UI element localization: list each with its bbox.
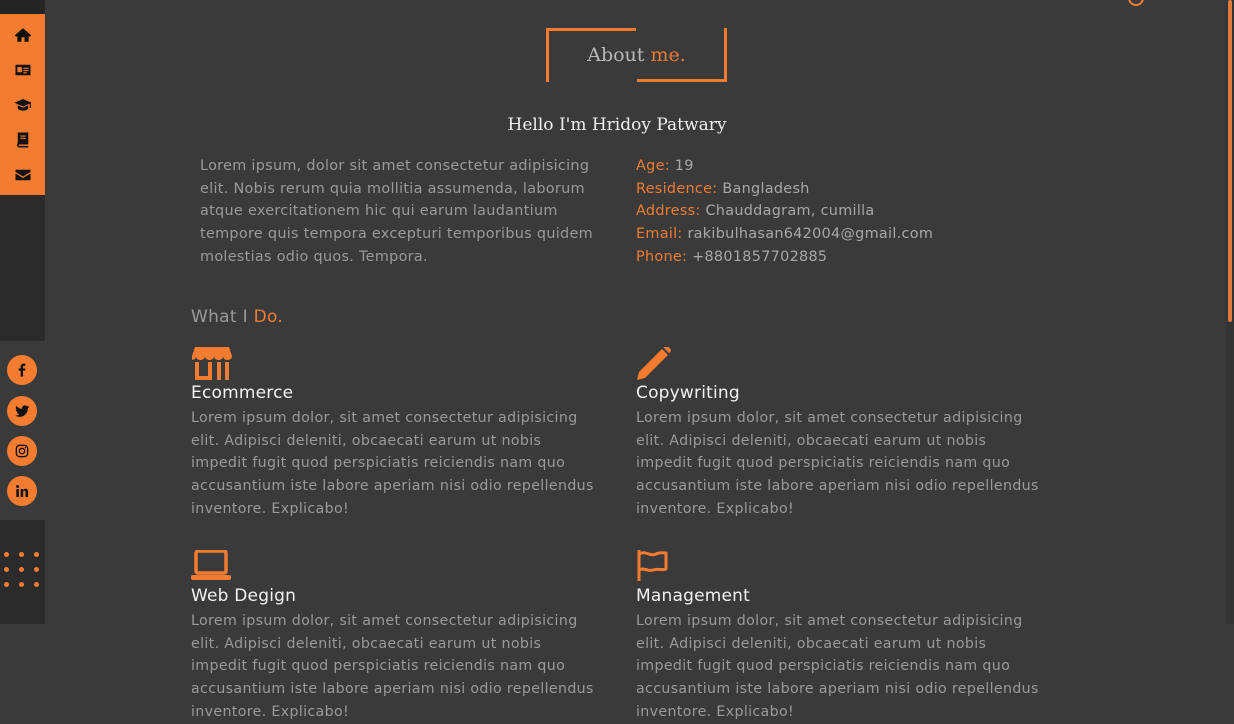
info-row-address: Address: Chauddagram, cumilla: [636, 200, 1036, 223]
section-title-text: About me.: [546, 28, 727, 82]
service-icon: [636, 550, 678, 584]
service-description: Lorem ipsum dolor, sit amet consectetur …: [191, 613, 594, 720]
social-twitter[interactable]: [7, 396, 37, 426]
flag-icon: [637, 550, 668, 581]
facebook-icon: [18, 363, 26, 377]
sidebar-top-strip: [0, 0, 45, 14]
info-row-email: Email: rakibulhasan642004@gmail.com: [636, 223, 1036, 246]
social-linkedin[interactable]: [7, 476, 37, 506]
id-card-icon: [15, 64, 30, 76]
laptop-icon: [191, 549, 231, 580]
info-label: Age:: [636, 158, 670, 174]
store-icon: [192, 347, 232, 380]
greeting-heading: Hello I'm Hridoy Patwary: [507, 115, 727, 135]
sidebar-nav: [0, 14, 45, 195]
services-heading-accent: Do.: [253, 307, 284, 327]
decorative-dots: [4, 552, 44, 592]
scroll-top-circle-icon[interactable]: [1128, 0, 1144, 6]
personal-info: Age: 19 Residence: Bangladesh Address: C…: [636, 155, 1036, 269]
service-description: Lorem ipsum dolor, sit amet consectetur …: [636, 613, 1039, 720]
nav-item-contact[interactable]: [0, 158, 45, 192]
pencil-icon: [637, 346, 671, 380]
service-ecommerce: Ecommerce Lorem ipsum dolor, sit amet co…: [191, 347, 611, 527]
title-accent: me.: [650, 44, 686, 66]
service-title: Web Degign: [191, 586, 297, 606]
services-heading: What I Do.: [191, 307, 283, 327]
service-copywriting: Copywriting Lorem ipsum dolor, sit amet …: [636, 346, 1056, 527]
info-value: +8801857702885: [692, 248, 828, 265]
info-label: Phone:: [636, 248, 688, 265]
home-icon: [14, 28, 31, 42]
service-management: Management Lorem ipsum dolor, sit amet c…: [636, 550, 1056, 720]
info-label: Residence:: [636, 180, 718, 197]
service-title: Copywriting: [636, 383, 740, 403]
service-web-design: Web Degign Lorem ipsum dolor, sit amet c…: [191, 549, 611, 720]
scrollbar-thumb[interactable]: [1228, 0, 1232, 322]
scrollbar[interactable]: [1226, 0, 1234, 624]
info-label: Address:: [636, 203, 701, 220]
linkedin-icon: [16, 485, 28, 497]
info-value: Chauddagram, cumilla: [705, 203, 875, 220]
instagram-icon: [15, 444, 29, 458]
service-icon: [636, 346, 678, 381]
sidebar: [0, 0, 45, 624]
service-icon: [191, 549, 233, 584]
nav-item-home[interactable]: [0, 18, 45, 52]
info-value: rakibulhasan642004@gmail.com: [687, 226, 934, 243]
social-links: [0, 341, 45, 520]
info-label: Email:: [636, 226, 683, 243]
services-heading-plain: What I: [191, 307, 248, 327]
service-icon: [191, 347, 233, 381]
title-plain: About: [587, 44, 645, 66]
service-title: Management: [636, 586, 750, 606]
envelope-icon: [15, 169, 30, 181]
info-row-age: Age: 19: [636, 155, 1036, 178]
social-instagram[interactable]: [7, 436, 37, 466]
bio-text: Lorem ipsum, dolor sit amet consectetur …: [200, 158, 593, 265]
section-title: About me.: [546, 28, 727, 82]
graduation-cap-icon: [13, 99, 32, 111]
service-title: Ecommerce: [191, 383, 294, 403]
info-row-residence: Residence: Bangladesh: [636, 178, 1036, 201]
nav-item-about[interactable]: [0, 53, 45, 87]
info-value: Bangladesh: [722, 180, 810, 197]
social-facebook[interactable]: [7, 355, 37, 385]
info-value: 19: [674, 158, 694, 174]
service-description: Lorem ipsum dolor, sit amet consectetur …: [636, 410, 1039, 517]
info-row-phone: Phone: +8801857702885: [636, 246, 1036, 269]
twitter-icon: [15, 405, 30, 417]
service-description: Lorem ipsum dolor, sit amet consectetur …: [191, 410, 594, 517]
